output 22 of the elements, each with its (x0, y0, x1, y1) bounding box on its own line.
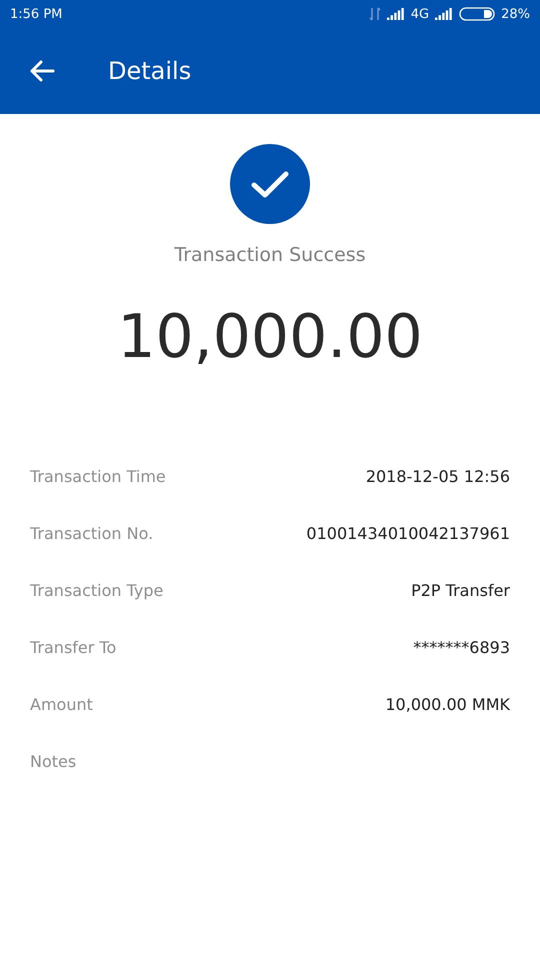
amount-total: 10,000.00 (117, 302, 423, 372)
detail-value: 01001434010042137961 (306, 524, 510, 543)
detail-label: Transaction Time (30, 467, 166, 486)
data-arrows-icon (368, 7, 381, 21)
detail-value: 10,000.00 MMK (385, 695, 510, 714)
page-title: Details (108, 57, 192, 85)
detail-value: 2018-12-05 12:56 (366, 467, 510, 486)
signal-icon (386, 8, 405, 20)
detail-label: Amount (30, 695, 93, 714)
detail-value: P2P Transfer (411, 581, 510, 600)
detail-label: Transaction Type (30, 581, 164, 600)
status-time: 1:56 PM (10, 6, 62, 22)
signal-icon (435, 8, 454, 20)
status-message: Transaction Success (174, 244, 366, 266)
battery-percent: 28% (501, 6, 530, 22)
check-circle-icon (230, 144, 310, 224)
network-type: 4G (410, 6, 430, 22)
detail-label: Notes (30, 752, 76, 771)
detail-label: Transfer To (30, 638, 116, 657)
battery-icon (459, 7, 496, 21)
detail-label: Transaction No. (30, 524, 154, 543)
detail-value: *******6893 (413, 638, 510, 657)
